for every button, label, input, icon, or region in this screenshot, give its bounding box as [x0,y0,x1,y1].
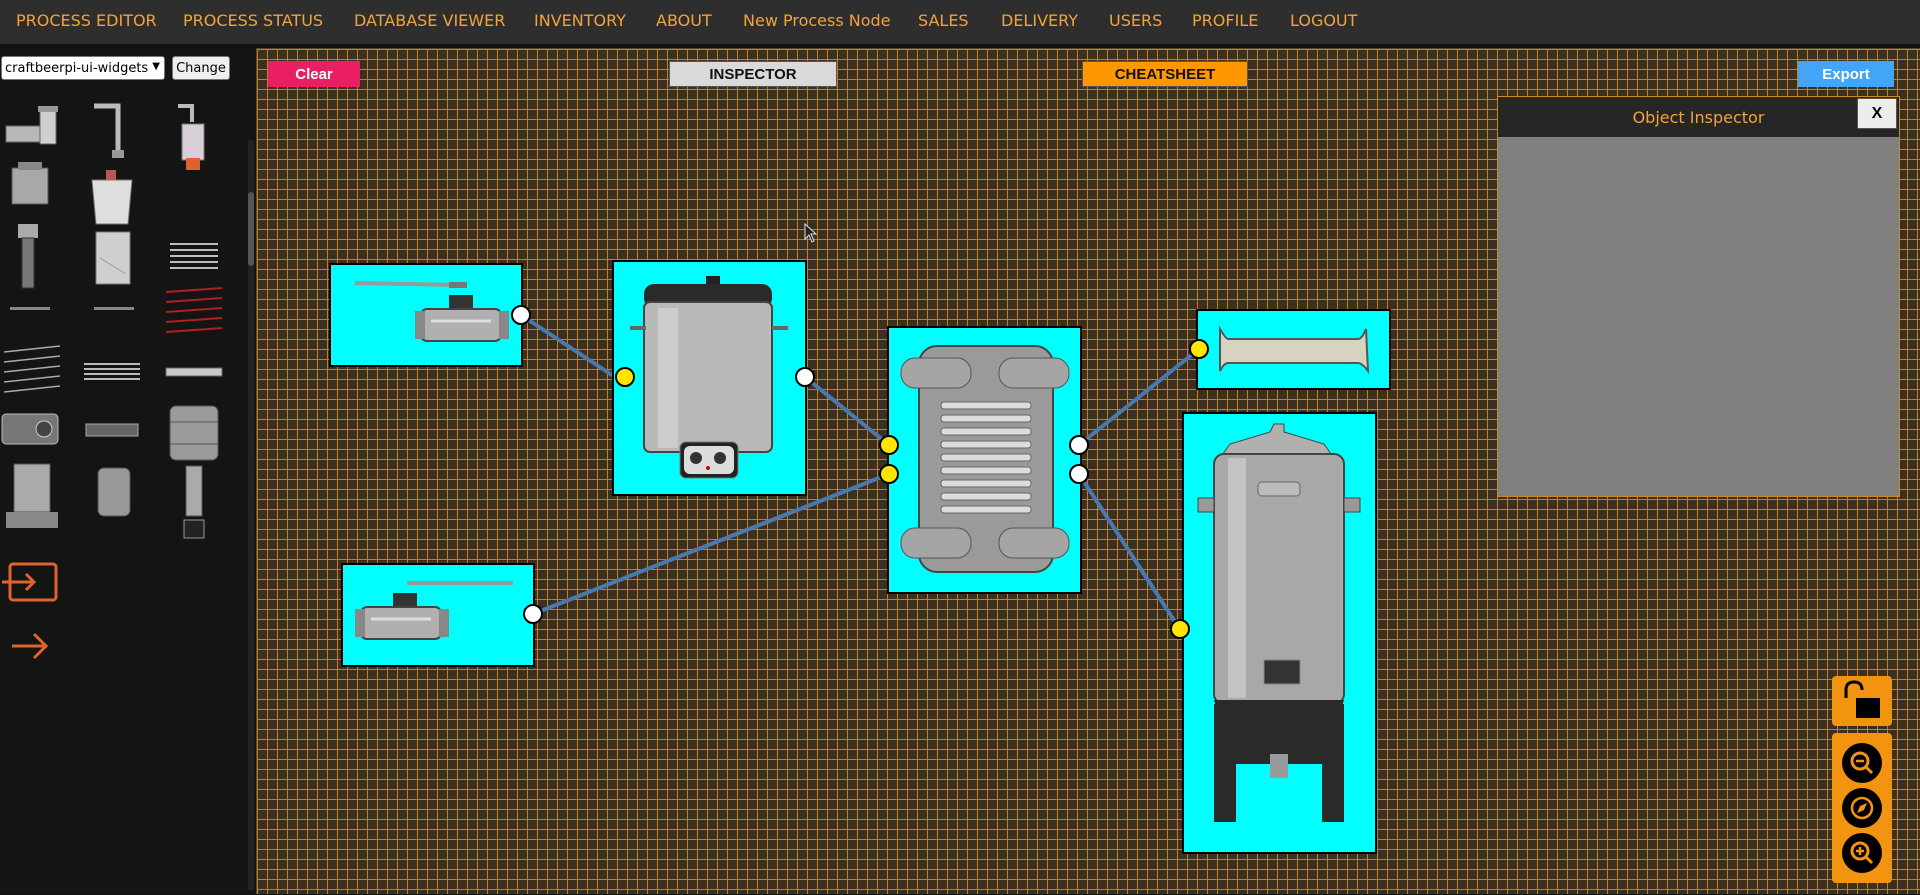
nav-delivery[interactable]: DELIVERY [1001,11,1078,30]
short-pipe-widget-2[interactable] [92,304,136,314]
inspector-close-button[interactable]: X [1857,98,1897,129]
ball-valve-icon-2 [355,581,513,640]
nav-users[interactable]: USERS [1109,11,1162,30]
fermenter-small-widget[interactable] [4,460,60,532]
arrow-right-icon[interactable] [8,628,52,664]
connection-kettle-chiller [803,375,891,447]
nav-sales[interactable]: SALES [918,11,969,30]
chiller-input-port-1[interactable] [879,435,899,455]
pipe-elbow-widget[interactable] [2,104,60,156]
nav-process-editor[interactable]: PROCESS EDITOR [16,11,157,30]
fermenter-input-port[interactable] [1170,619,1190,639]
pipe-inlet-widget[interactable] [88,102,136,162]
kettle-input-port[interactable] [615,367,635,387]
plate-chiller-icon [900,345,1070,573]
widget-palette-sidebar: craftbeerpi-ui-widgets ▼ Change [0,48,256,894]
zoom-out-icon [1850,751,1874,775]
chiller-output-port-2[interactable] [1069,464,1089,484]
nav-new-process-node[interactable]: New Process Node [743,11,891,30]
inspector-title: Object Inspector [1632,108,1765,127]
chiller-output-port-1[interactable] [1069,435,1089,455]
object-inspector-panel: Object Inspector X [1497,96,1900,497]
pump-widget[interactable] [10,218,46,290]
valve2-output-port[interactable] [523,604,543,624]
valve1-output-port[interactable] [511,305,531,325]
mouse-cursor-icon [804,223,818,243]
zoom-in-icon [1850,841,1874,865]
unlock-icon [1844,680,1880,718]
palette-scroll-thumb[interactable] [248,192,254,266]
zoom-in-button[interactable] [1842,833,1882,873]
valve-node-1[interactable] [329,263,523,367]
short-pipe-widget[interactable] [8,304,52,314]
valve-node-2[interactable] [341,563,535,667]
pipe-icon [1219,325,1370,375]
display-widget[interactable] [84,420,140,440]
wire-lines-widget[interactable] [2,340,62,400]
plate-chiller-node[interactable] [887,326,1082,594]
connection-valve1-kettle [519,313,617,379]
red-lines-widget[interactable] [162,284,226,340]
chevron-down-icon: ▼ [152,61,160,72]
heating-element-widget[interactable] [92,228,134,288]
top-navigation-bar: PROCESS EDITOR PROCESS STATUS DATABASE V… [0,0,1920,44]
nav-database-viewer[interactable]: DATABASE VIEWER [354,11,505,30]
fermenter-node[interactable] [1182,412,1377,854]
nav-logout[interactable]: LOGOUT [1290,11,1357,30]
connection-chiller-fermenter [1077,472,1183,633]
column-widget[interactable] [176,462,212,542]
bucket-widget[interactable] [88,168,136,226]
kettle-node[interactable] [612,260,807,496]
keg-widget[interactable] [166,400,222,464]
coil-widget[interactable] [162,232,226,282]
tank-widget[interactable] [94,460,134,522]
pipe-input-port[interactable] [1189,339,1209,359]
controller-widget[interactable] [0,412,60,446]
conical-fermenter-icon [1197,423,1361,822]
nav-profile[interactable]: PROFILE [1192,11,1258,30]
pipe-node[interactable] [1196,309,1391,390]
nav-about[interactable]: ABOUT [656,11,712,30]
electric-kettle-icon [630,276,788,479]
chiller-input-port-2[interactable] [879,464,899,484]
kettle-output-port[interactable] [795,367,815,387]
plate-chiller-widget[interactable] [80,358,144,384]
flat-pipe-widget[interactable] [162,362,226,382]
fit-view-button[interactable] [1842,788,1882,828]
change-library-button[interactable]: Change [172,56,230,80]
nav-process-status[interactable]: PROCESS STATUS [183,11,323,30]
sight-glass-widget[interactable] [170,102,218,172]
library-select[interactable]: craftbeerpi-ui-widgets ▼ [1,56,165,80]
input-icon[interactable] [0,560,58,604]
connection-chiller-pipe [1077,347,1201,447]
zoom-controls [1832,733,1892,883]
small-kettle-widget[interactable] [4,160,54,210]
ball-valve-icon [354,281,509,342]
zoom-out-button[interactable] [1842,743,1882,783]
palette-scrollbar[interactable] [248,140,254,890]
compass-icon [1850,796,1874,820]
nav-inventory[interactable]: INVENTORY [534,11,626,30]
library-select-value: craftbeerpi-ui-widgets [5,60,149,76]
lock-button[interactable] [1832,676,1892,726]
